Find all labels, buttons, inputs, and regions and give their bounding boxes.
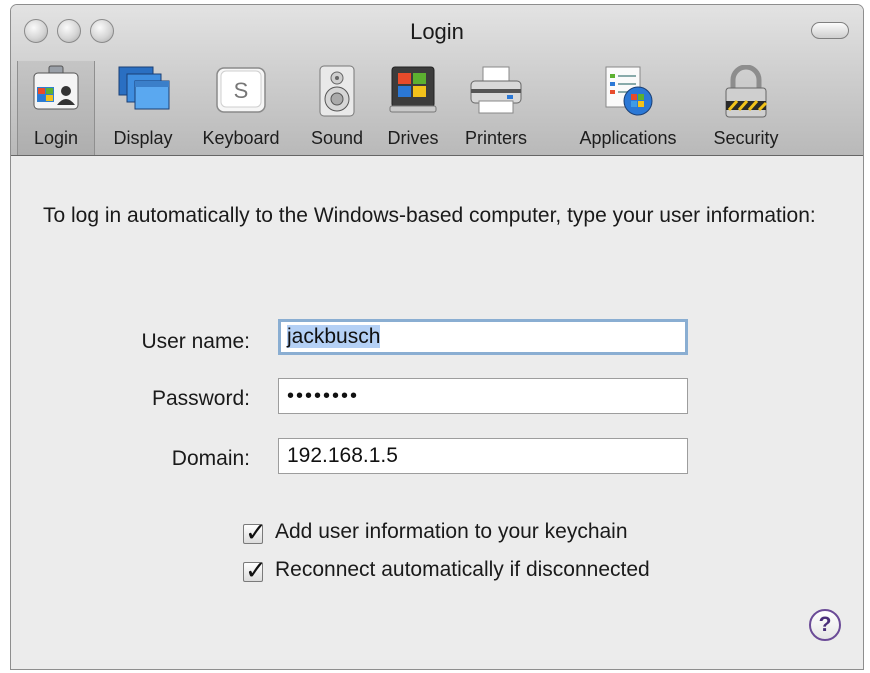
username-value: jackbusch bbox=[287, 325, 381, 348]
display-screens-icon bbox=[115, 65, 171, 120]
keychain-checkbox[interactable]: ✓ bbox=[243, 517, 267, 547]
toolbar-item-label: Keyboard bbox=[202, 128, 280, 148]
login-id-badge-icon bbox=[31, 65, 81, 118]
toolbar-item-security[interactable]: Security bbox=[701, 61, 791, 155]
toolbar-item-label: Display bbox=[113, 128, 173, 148]
window-title: Login bbox=[410, 19, 464, 44]
login-preferences-window: Login Login Display S Keyboard Sound Dri… bbox=[10, 4, 864, 670]
padlock-icon bbox=[721, 64, 771, 124]
keychain-label: Add user information to your keychain bbox=[275, 520, 628, 543]
title-toolbar: Login Login Display S Keyboard Sound Dri… bbox=[11, 5, 863, 156]
question-mark-icon: ? bbox=[818, 613, 832, 636]
username-field[interactable]: jackbusch bbox=[278, 319, 688, 355]
domain-label: Domain: bbox=[171, 447, 250, 470]
keyboard-key-icon: S bbox=[215, 65, 267, 120]
toolbar-item-label: Printers bbox=[464, 128, 527, 148]
toolbar-item-label: Drives bbox=[387, 128, 439, 148]
toolbar-item-keyboard[interactable]: S Keyboard bbox=[191, 61, 291, 155]
checkmark-icon: ✓ bbox=[245, 517, 267, 547]
toolbar-item-applications[interactable]: Applications bbox=[559, 61, 697, 155]
toolbar-item-label: Sound bbox=[310, 128, 364, 148]
svg-text:S: S bbox=[234, 78, 249, 103]
toolbar-item-login[interactable]: Login bbox=[17, 61, 95, 155]
domain-value: 192.168.1.5 bbox=[287, 444, 398, 467]
reconnect-label: Reconnect automatically if disconnected bbox=[275, 558, 650, 581]
toolbar-item-sound[interactable]: Sound bbox=[301, 61, 373, 155]
toolbar-item-drives[interactable]: Drives bbox=[381, 61, 445, 155]
domain-field[interactable]: 192.168.1.5 bbox=[278, 438, 688, 474]
toolbar-item-display[interactable]: Display bbox=[103, 61, 183, 155]
speaker-icon bbox=[317, 65, 357, 122]
toolbar-item-label: Applications bbox=[579, 128, 677, 148]
toolbar-item-printers[interactable]: Printers bbox=[451, 61, 541, 155]
printer-icon bbox=[467, 65, 525, 120]
toolbar-toggle-button[interactable] bbox=[811, 22, 849, 39]
login-pane: To log in automatically to the Windows-b… bbox=[11, 156, 863, 669]
intro-text: To log in automatically to the Windows-b… bbox=[43, 204, 816, 227]
username-label: User name: bbox=[141, 330, 250, 353]
password-field[interactable]: •••••••• bbox=[278, 378, 688, 414]
help-button[interactable]: ? bbox=[809, 609, 841, 641]
password-value: •••••••• bbox=[287, 385, 360, 407]
checkmark-icon: ✓ bbox=[245, 555, 267, 585]
password-label: Password: bbox=[151, 387, 250, 410]
drive-icon bbox=[388, 65, 438, 120]
toolbar-item-label: Security bbox=[713, 128, 779, 148]
toolbar-item-label: Login bbox=[33, 128, 79, 148]
reconnect-checkbox[interactable]: ✓ bbox=[243, 555, 267, 585]
applications-icon bbox=[600, 65, 656, 122]
